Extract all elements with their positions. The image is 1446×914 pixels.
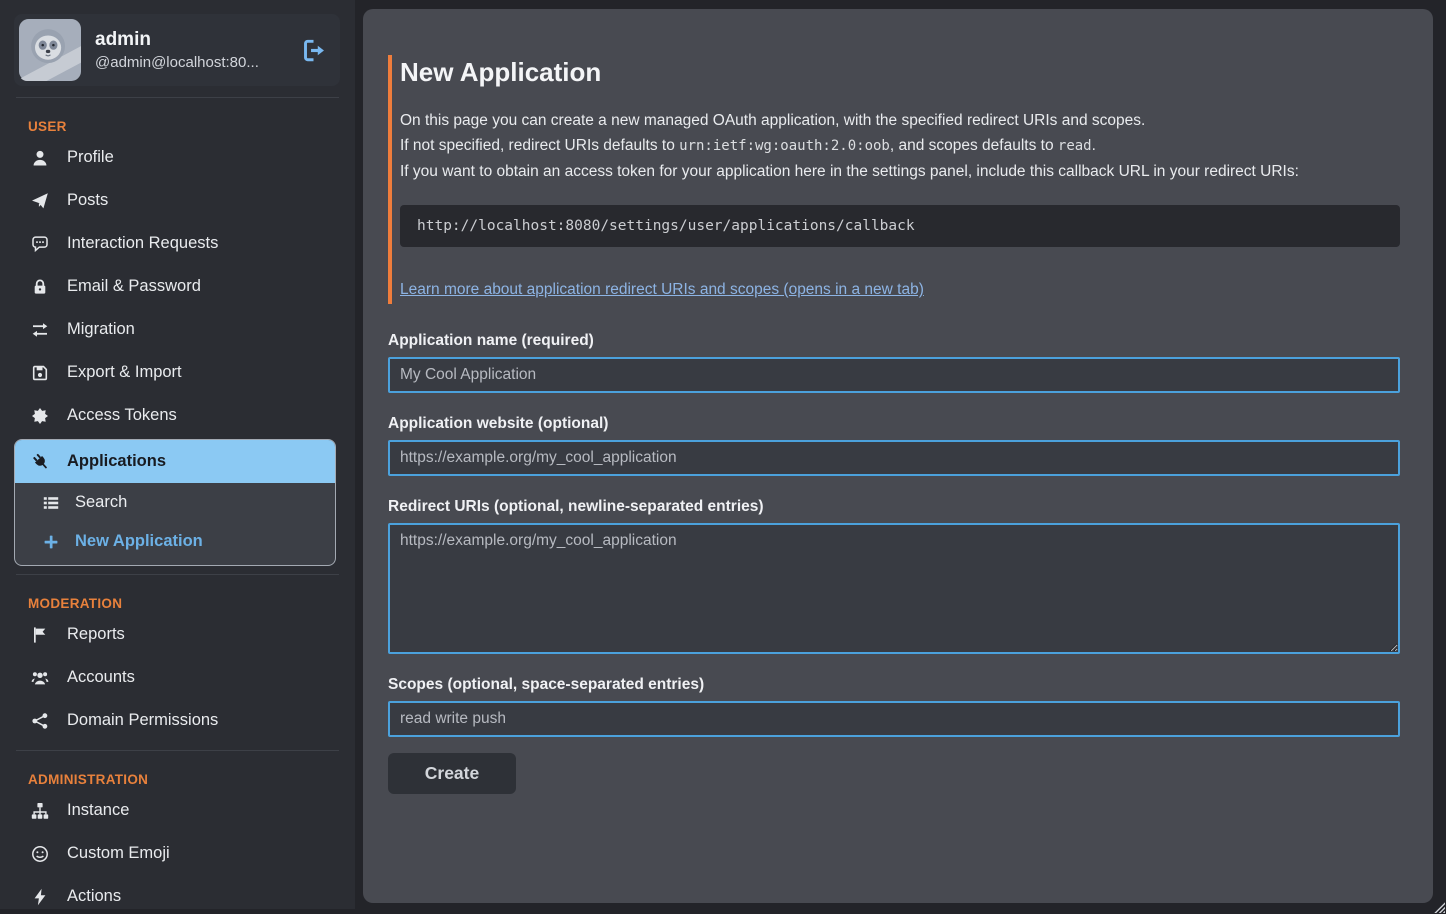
sidebar-item-export-import[interactable]: Export & Import bbox=[0, 351, 355, 394]
sloth-avatar bbox=[19, 19, 81, 81]
redirect-uris-field[interactable] bbox=[388, 523, 1400, 654]
scopes-label: Scopes (optional, space-separated entrie… bbox=[388, 676, 1400, 694]
sidebar-item-interaction-requests[interactable]: Interaction Requests bbox=[0, 222, 355, 265]
sidebar-divider bbox=[16, 574, 339, 575]
sidebar-item-accounts[interactable]: Accounts bbox=[0, 656, 355, 699]
lock-icon bbox=[30, 278, 50, 296]
intro-text-segment: . bbox=[1092, 137, 1096, 154]
new-application-panel: New Application On this page you can cre… bbox=[363, 9, 1433, 903]
user-handle: @admin@localhost:80... bbox=[95, 54, 286, 71]
callback-url-code-block: http://localhost:8080/settings/user/appl… bbox=[400, 205, 1400, 247]
floppy-disk-icon bbox=[30, 364, 50, 382]
sidebar-item-migration[interactable]: Migration bbox=[0, 308, 355, 351]
sidebar-item-label: Custom Emoji bbox=[67, 844, 170, 863]
intro-line-3: If you want to obtain an access token fo… bbox=[400, 159, 1400, 184]
user-name: admin bbox=[95, 29, 286, 51]
sidebar-item-posts[interactable]: Posts bbox=[0, 179, 355, 222]
users-icon bbox=[30, 669, 50, 687]
application-name-field[interactable] bbox=[388, 357, 1400, 393]
sidebar-item-actions[interactable]: Actions bbox=[0, 875, 355, 909]
sidebar-subitem-new-application[interactable]: New Application bbox=[15, 522, 335, 565]
sidebar-item-profile[interactable]: Profile bbox=[0, 136, 355, 179]
application-website-label: Application website (optional) bbox=[388, 415, 1400, 433]
sidebar-item-email-password[interactable]: Email & Password bbox=[0, 265, 355, 308]
user-card[interactable]: admin @admin@localhost:80... bbox=[14, 14, 340, 86]
scopes-field[interactable] bbox=[388, 701, 1400, 737]
sidebar-item-label: Reports bbox=[67, 625, 125, 644]
applications-group: Applications Search New Application bbox=[14, 439, 336, 566]
user-meta: admin @admin@localhost:80... bbox=[95, 29, 286, 71]
sidebar-item-instance[interactable]: Instance bbox=[0, 789, 355, 832]
sidebar-item-label: Posts bbox=[67, 191, 108, 210]
sidebar-item-label: Export & Import bbox=[67, 363, 182, 382]
sidebar-item-applications-selected[interactable]: Applications bbox=[15, 440, 335, 483]
sidebar-item-custom-emoji[interactable]: Custom Emoji bbox=[0, 832, 355, 875]
sign-out-icon[interactable] bbox=[300, 36, 328, 64]
oob-uri-code: urn:ietf:wg:oauth:2.0:oob bbox=[679, 138, 890, 154]
application-website-field[interactable] bbox=[388, 440, 1400, 476]
sidebar-item-label: Profile bbox=[67, 148, 114, 167]
share-nodes-icon bbox=[30, 712, 50, 730]
bolt-icon bbox=[30, 888, 50, 906]
sitemap-icon bbox=[30, 802, 50, 820]
sidebar-item-label: Domain Permissions bbox=[67, 711, 218, 730]
settings-sidebar: admin @admin@localhost:80... USER Profil… bbox=[0, 0, 355, 909]
intro-text-segment: If not specified, redirect URIs defaults… bbox=[400, 137, 679, 154]
sidebar-item-label: Email & Password bbox=[67, 277, 201, 296]
page-header: New Application On this page you can cre… bbox=[388, 55, 1400, 304]
page-title: New Application bbox=[400, 57, 1400, 88]
list-icon bbox=[41, 494, 61, 512]
read-scope-code: read bbox=[1058, 138, 1092, 154]
sidebar-item-label: Migration bbox=[67, 320, 135, 339]
sidebar-subitem-search[interactable]: Search bbox=[15, 483, 335, 522]
window-resize-grip[interactable] bbox=[1432, 900, 1445, 913]
arrows-left-right-icon bbox=[30, 321, 50, 339]
learn-more-link[interactable]: Learn more about application redirect UR… bbox=[400, 281, 924, 299]
plus-icon bbox=[41, 533, 61, 551]
paper-plane-icon bbox=[30, 192, 50, 210]
sidebar-subitem-label: Search bbox=[75, 493, 127, 512]
seal-icon bbox=[30, 407, 50, 425]
flag-icon bbox=[30, 626, 50, 644]
sidebar-item-label: Instance bbox=[67, 801, 129, 820]
sidebar-divider bbox=[16, 97, 339, 98]
sidebar-item-domain-permissions[interactable]: Domain Permissions bbox=[0, 699, 355, 742]
sidebar-item-access-tokens[interactable]: Access Tokens bbox=[0, 394, 355, 437]
new-application-form: Application name (required) Application … bbox=[388, 332, 1400, 794]
sidebar-item-reports[interactable]: Reports bbox=[0, 613, 355, 656]
sidebar-subitem-label: New Application bbox=[75, 532, 203, 551]
intro-line-1: On this page you can create a new manage… bbox=[400, 108, 1400, 133]
section-label-user: USER bbox=[28, 119, 355, 134]
sidebar-item-label: Actions bbox=[67, 887, 121, 906]
intro-line-2: If not specified, redirect URIs defaults… bbox=[400, 133, 1400, 159]
intro-text-segment: , and scopes defaults to bbox=[890, 137, 1058, 154]
sidebar-item-label: Interaction Requests bbox=[67, 234, 218, 253]
user-icon bbox=[30, 149, 50, 167]
create-button[interactable]: Create bbox=[388, 753, 516, 794]
sidebar-item-label: Accounts bbox=[67, 668, 135, 687]
redirect-uris-label: Redirect URIs (optional, newline-separat… bbox=[388, 498, 1400, 516]
plug-icon bbox=[31, 453, 51, 471]
application-name-label: Application name (required) bbox=[388, 332, 1400, 350]
sidebar-item-label: Applications bbox=[67, 452, 166, 471]
smiley-icon bbox=[30, 845, 50, 863]
comment-dots-icon bbox=[30, 235, 50, 253]
section-label-moderation: MODERATION bbox=[28, 596, 355, 611]
sidebar-divider bbox=[16, 750, 339, 751]
section-label-administration: ADMINISTRATION bbox=[28, 772, 355, 787]
sidebar-item-label: Access Tokens bbox=[67, 406, 177, 425]
